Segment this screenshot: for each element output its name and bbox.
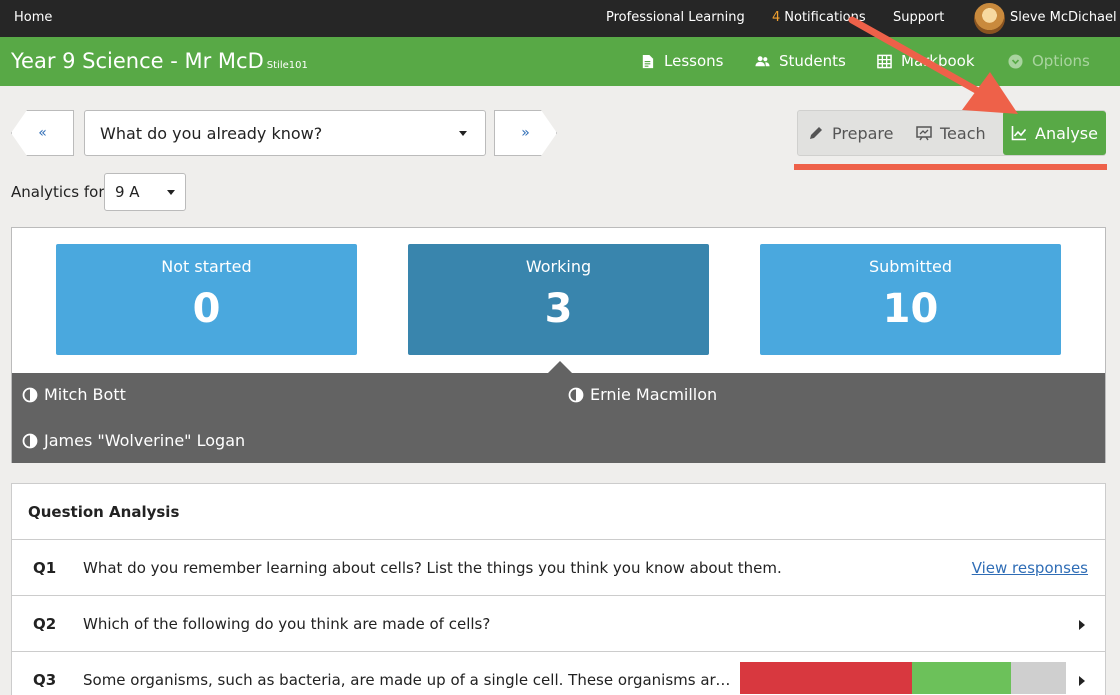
class-select-value: 9 A (115, 183, 140, 201)
status-panel: Not started 0 Working 3 Submitted 10 Mit… (11, 227, 1106, 463)
not-started-card[interactable]: Not started 0 (56, 244, 357, 355)
notifications-link[interactable]: 4 Notifications (772, 10, 866, 25)
nav-lessons-label: Lessons (664, 52, 724, 70)
notification-count: 4 (772, 10, 781, 25)
class-code: Stile101 (266, 60, 308, 71)
question-row[interactable]: Q3 Some organisms, such as bacteria, are… (12, 652, 1105, 695)
nav-markbook[interactable]: Markbook (877, 52, 975, 70)
unanswered-segment (1010, 662, 1066, 694)
student-name: Ernie Macmillon (590, 385, 718, 404)
student-name: Mitch Bott (44, 385, 126, 404)
half-circle-icon (22, 433, 38, 448)
incorrect-segment (740, 662, 912, 694)
correct-segment (911, 662, 1011, 694)
analytics-for-label: Analytics for (11, 183, 105, 201)
prepare-button[interactable]: Prepare (808, 111, 893, 155)
previous-lesson-button[interactable]: « (11, 110, 74, 156)
student-item[interactable]: Ernie Macmillon (568, 385, 717, 404)
half-circle-icon (568, 387, 584, 402)
student-item[interactable]: Mitch Bott (22, 385, 126, 404)
student-item[interactable]: James "Wolverine" Logan (22, 431, 245, 450)
nav-lessons[interactable]: Lessons (640, 52, 723, 70)
line-chart-icon (1011, 126, 1027, 141)
home-link[interactable]: Home (14, 10, 52, 25)
nav-options[interactable]: Options (1008, 52, 1090, 70)
question-text: What do you remember learning about cell… (83, 559, 782, 577)
caret-right-icon[interactable] (1079, 676, 1085, 686)
teach-label: Teach (940, 123, 986, 143)
working-card[interactable]: Working 3 (408, 244, 709, 355)
caret-right-icon[interactable] (1079, 620, 1085, 630)
question-analysis-panel: Question Analysis Q1 What do you remembe… (11, 483, 1106, 695)
working-label: Working (525, 257, 592, 276)
class-select[interactable]: 9 A (104, 173, 186, 211)
question-row[interactable]: Q1 What do you remember learning about c… (12, 540, 1105, 596)
notifications-label: Notifications (784, 10, 866, 25)
question-number: Q3 (33, 671, 57, 689)
support-link[interactable]: Support (893, 10, 944, 25)
question-text: Which of the following do you think are … (83, 615, 491, 633)
top-bar: Home Professional Learning 4 Notification… (0, 0, 1120, 37)
submitted-label: Submitted (868, 257, 953, 276)
question-row[interactable]: Q2 Which of the following do you think a… (12, 596, 1105, 652)
question-number: Q2 (33, 615, 57, 633)
question-analysis-title: Question Analysis (12, 484, 1105, 540)
prepare-label: Prepare (832, 123, 894, 143)
presentation-icon (916, 126, 932, 141)
caret-down-icon (167, 190, 175, 195)
nav-students-label: Students (779, 52, 846, 70)
view-responses-link[interactable]: View responses (972, 559, 1088, 577)
annotation-underline (794, 164, 1107, 170)
results-bar (740, 662, 1066, 694)
pencil-icon (810, 127, 822, 139)
page-title: Year 9 Science - Mr McD Stile101 (11, 49, 308, 73)
professional-learning-link[interactable]: Professional Learning (606, 10, 745, 25)
nav-options-label: Options (1032, 52, 1090, 70)
teach-button[interactable]: Teach (916, 111, 986, 155)
question-text: Some organisms, such as bacteria, are ma… (83, 671, 733, 689)
working-count: 3 (544, 286, 573, 332)
not-started-count: 0 (192, 286, 221, 332)
users-icon (755, 55, 770, 66)
table-icon (877, 54, 892, 68)
chevron-circle-icon (1008, 53, 1023, 69)
lesson-select[interactable]: What do you already know? (84, 110, 486, 156)
class-title: Year 9 Science - Mr McD (11, 49, 264, 73)
lesson-select-value: What do you already know? (100, 124, 323, 143)
user-name[interactable]: Sleve McDichael (1010, 10, 1117, 25)
half-circle-icon (22, 387, 38, 402)
analyse-button[interactable]: Analyse (1003, 111, 1106, 155)
caret-down-icon (459, 131, 467, 136)
nav-markbook-label: Markbook (901, 52, 975, 70)
student-name: James "Wolverine" Logan (44, 431, 246, 450)
analyse-label: Analyse (1035, 123, 1098, 143)
next-lesson-button[interactable]: » (494, 110, 557, 156)
avatar[interactable] (974, 3, 1005, 34)
document-icon (642, 54, 654, 68)
submitted-card[interactable]: Submitted 10 (760, 244, 1061, 355)
mode-toggle: Prepare Teach Analyse (797, 110, 1106, 156)
working-students-list: Mitch Bott Ernie Macmillon James "Wolver… (12, 373, 1105, 463)
not-started-label: Not started (161, 257, 252, 276)
nav-students[interactable]: Students (755, 52, 846, 70)
class-header: Year 9 Science - Mr McD Stile101 Lessons … (0, 37, 1120, 86)
selection-pointer (548, 361, 572, 373)
question-number: Q1 (33, 559, 57, 577)
submitted-count: 10 (882, 286, 939, 332)
